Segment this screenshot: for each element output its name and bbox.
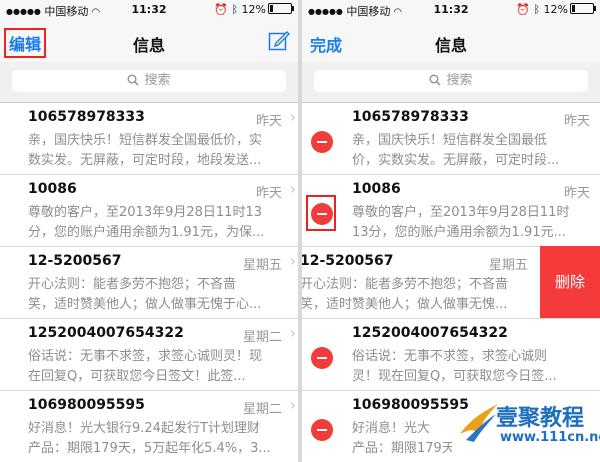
- message-preview-line: 产品：期限179天，5万起年化5.4%，3...: [28, 441, 271, 456]
- battery-icon: [570, 3, 596, 14]
- message-preview-line: 开心法则：能者多劳不抱怨；不吝啬: [302, 277, 509, 292]
- message-preview-line: 俗话说：无事不求签，求签心诚则灵！现: [28, 349, 263, 364]
- message-date: 昨天: [255, 186, 282, 201]
- message-preview-line: 价，实数实发。无屏蔽，可定时段...: [352, 153, 560, 168]
- message-date: 星期五: [488, 258, 528, 273]
- compose-icon[interactable]: [268, 29, 290, 51]
- message-preview-line: 产品：期限179天: [352, 441, 452, 456]
- list-item[interactable]: 12-5200567 星期五 开心法则：能者多劳不抱怨；不吝啬 笑，适时赞美他人；…: [302, 246, 600, 319]
- status-bar: ●●●●● 中国移动 ◠ 11:32 ⏰ ᛒ 12%: [302, 0, 600, 20]
- message-sender: 106980095595: [28, 397, 145, 413]
- message-sender: 1252004007654322: [28, 325, 184, 341]
- alarm-icon: ⏰: [214, 3, 228, 16]
- message-sender: 106578978333: [352, 109, 469, 125]
- left-screen: ●●●●● 中国移动 ◠ 11:32 ⏰ ᛒ 12% 编辑 信息 搜索 10657…: [0, 0, 298, 462]
- chevron-right-icon: ›: [290, 396, 296, 414]
- chevron-right-icon: ›: [290, 324, 296, 342]
- list-item[interactable]: 106578978333 昨天 亲，国庆快乐！短信群发全国最低 价，实数实发。无屏…: [302, 103, 600, 175]
- bird-logo-icon: [460, 404, 498, 442]
- chevron-right-icon: ›: [290, 180, 296, 198]
- search-area: 搜索: [302, 62, 600, 103]
- message-preview-line: 数实发。无屏蔽，可定时段，地段发送...: [28, 153, 262, 168]
- message-sender: 10086: [352, 181, 401, 197]
- message-date: 昨天: [563, 114, 590, 129]
- list-item[interactable]: 10086 昨天 › 尊敬的客户，至2013年9月28日11时13 分，您的账户通…: [0, 175, 298, 247]
- message-date: 星期二: [242, 402, 282, 417]
- search-placeholder: 搜索: [144, 73, 171, 88]
- message-preview-line: 开心法则：能者多劳不抱怨；不吝啬: [28, 277, 237, 292]
- bluetooth-icon: ᛒ: [533, 3, 541, 16]
- message-preview-line: 尊敬的客户，至2013年9月28日11时: [352, 205, 570, 220]
- battery-icon: [268, 3, 294, 14]
- message-sender: 12-5200567: [28, 253, 122, 269]
- delete-button[interactable]: 删除: [540, 246, 600, 318]
- search-area: 搜索: [0, 62, 298, 103]
- message-date: 星期二: [242, 330, 282, 345]
- search-input[interactable]: 搜索: [12, 70, 286, 92]
- watermark-text: 壹聚教程: [496, 406, 585, 431]
- battery-percent: 12%: [543, 3, 568, 16]
- right-screen: ●●●●● 中国移动 ◠ 11:32 ⏰ ᛒ 12% 完成 信息 搜索 10657…: [302, 0, 600, 462]
- message-preview-line: 笑，适时赞美他人；做人做事无愧...: [302, 297, 508, 312]
- watermark-logo: 壹聚教程 www.111cn.net: [456, 396, 600, 456]
- message-sender: 1252004007654322: [352, 325, 508, 341]
- message-preview-line: 好消息！光大银行9.24起发行T计划理财: [28, 421, 260, 436]
- message-sender: 106578978333: [28, 109, 145, 125]
- search-placeholder: 搜索: [446, 73, 473, 88]
- message-sender: 12-5200567: [302, 253, 394, 269]
- message-preview-line: 亲，国庆快乐！短信群发全国最低: [352, 133, 548, 148]
- message-preview-line: 尊敬的客户，至2013年9月28日11时13: [28, 205, 262, 220]
- message-preview-line: 13分，您的账户通用余额为1.91元...: [352, 225, 566, 240]
- status-bar: ●●●●● 中国移动 ◠ 11:32 ⏰ ᛒ 12%: [0, 0, 298, 20]
- search-input[interactable]: 搜索: [314, 70, 588, 92]
- message-date: 星期五: [242, 258, 282, 273]
- message-preview-line: 分，您的账户通用余额为1.91元，为保...: [28, 225, 265, 240]
- message-preview-line: 灵！现在回复Q，可获取您今日签...: [352, 369, 557, 384]
- list-item[interactable]: 106578978333 昨天 › 亲，国庆快乐！短信群发全国最低价，实 数实发。…: [0, 103, 298, 175]
- message-preview-line: 亲，国庆快乐！短信群发全国最低价，实: [28, 133, 263, 148]
- message-date: 昨天: [255, 114, 282, 129]
- nav-bar: 完成 信息: [302, 20, 600, 62]
- watermark-url: www.111cn.net: [500, 430, 600, 445]
- page-title: 信息: [132, 36, 165, 55]
- search-icon: [429, 74, 442, 86]
- list-item[interactable]: 1252004007654322 星期二 › 俗话说：无事不求签，求签心诚则灵！…: [0, 319, 298, 391]
- alarm-icon: ⏰: [516, 3, 530, 16]
- list-item[interactable]: 1252004007654322 俗话说：无事不求签，求签心诚则 灵！现在回复Q，…: [302, 319, 600, 391]
- message-preview-line: 好消息！光大: [352, 421, 431, 436]
- bluetooth-icon: ᛒ: [231, 3, 239, 16]
- message-preview-line: 俗话说：无事不求签，求签心诚则: [352, 349, 548, 364]
- list-item[interactable]: 12-5200567 星期五 › 开心法则：能者多劳不抱怨；不吝啬笑，适时赞美他…: [0, 247, 298, 319]
- message-sender: 106980095595: [352, 397, 469, 413]
- message-preview-line: 在回复Q，可获取您今日签文！此签...: [28, 369, 246, 384]
- nav-bar: 编辑 信息: [0, 20, 298, 62]
- list-item[interactable]: 106980095595 星期二 › 好消息！光大银行9.24起发行T计划理财产…: [0, 391, 298, 462]
- page-title: 信息: [434, 36, 467, 55]
- chevron-right-icon: ›: [290, 252, 296, 270]
- message-sender: 10086: [28, 181, 77, 197]
- battery-percent: 12%: [241, 3, 266, 16]
- message-date: 昨天: [563, 186, 590, 201]
- message-preview-line: 笑，适时赞美他人；做人做事无愧于心...: [28, 297, 262, 312]
- chevron-right-icon: ›: [290, 108, 296, 126]
- search-icon: [127, 74, 140, 86]
- list-item[interactable]: 10086 昨天 尊敬的客户，至2013年9月28日11时 13分，您的账户通用余…: [302, 175, 600, 247]
